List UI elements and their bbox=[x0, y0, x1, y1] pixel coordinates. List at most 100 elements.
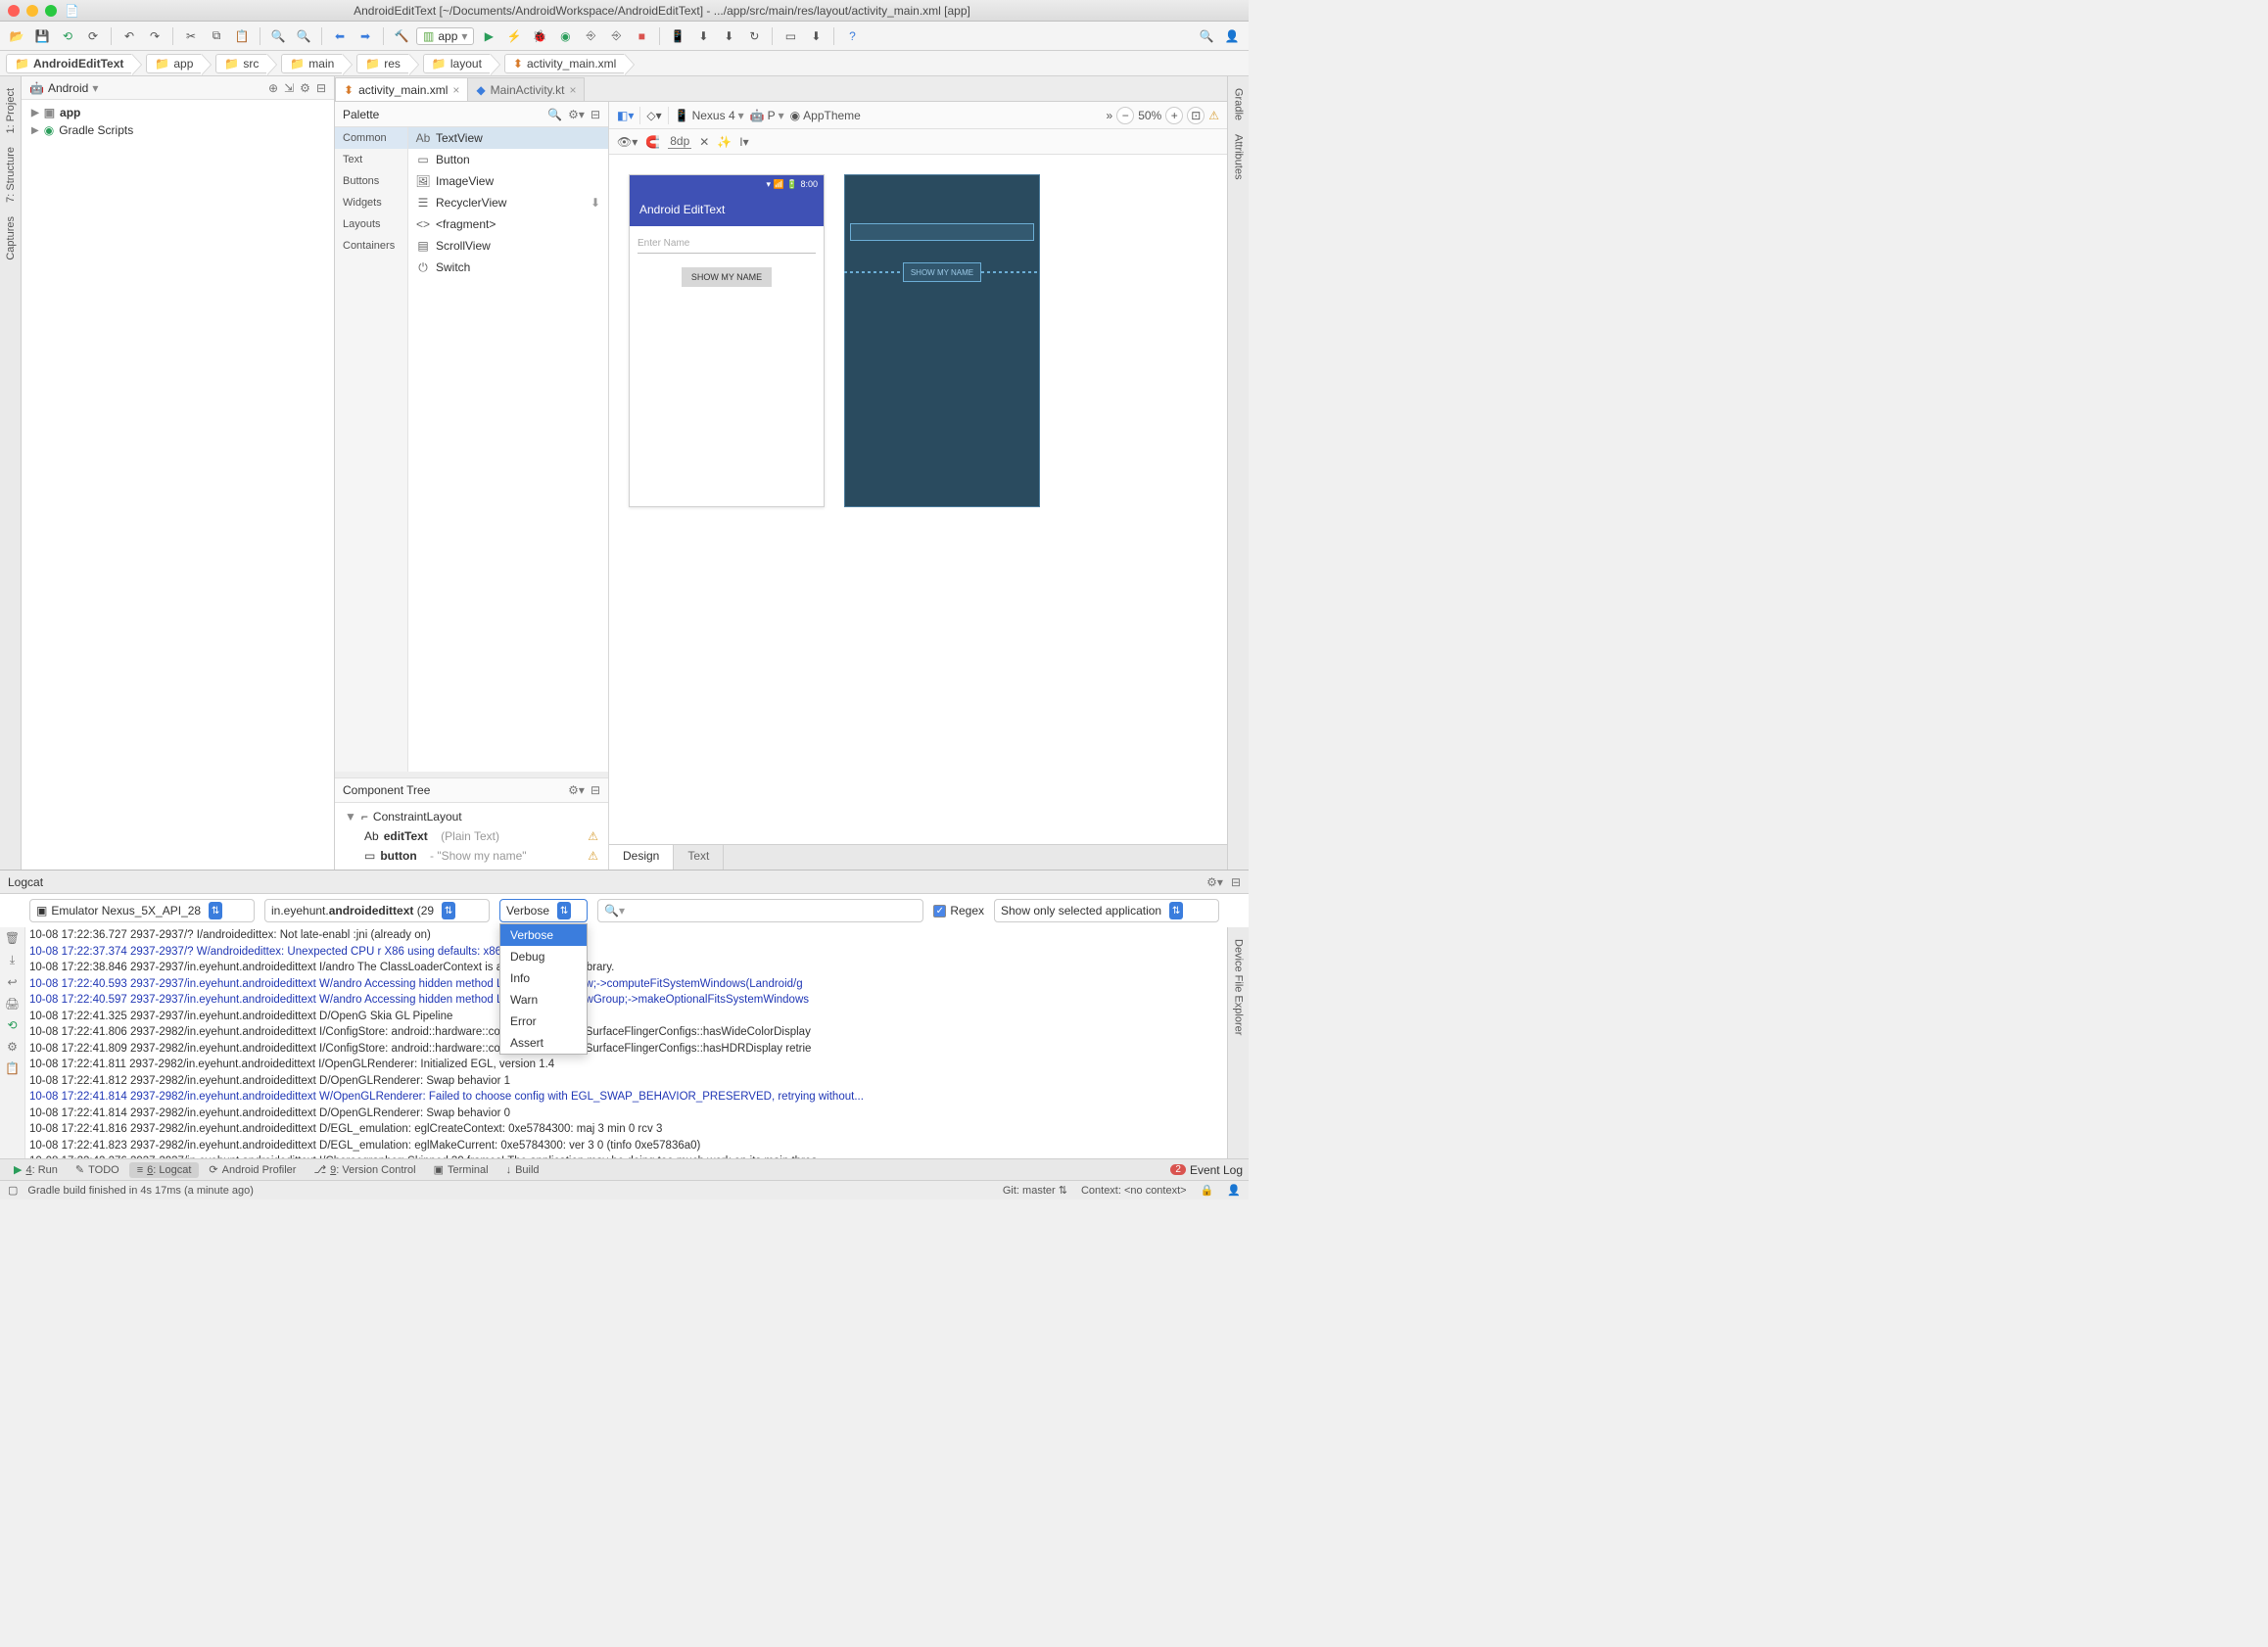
view-mode-icon[interactable]: ◧▾ bbox=[617, 109, 634, 122]
avd-icon[interactable]: 📱 bbox=[667, 25, 688, 47]
logcat-device-selector[interactable]: ▣ Emulator Nexus_5X_API_28 ⇅ bbox=[29, 899, 255, 922]
breadcrumb-item[interactable]: ⬍activity_main.xml bbox=[504, 54, 625, 73]
gutter-gradle[interactable]: Gradle bbox=[1233, 82, 1245, 126]
logcat-filter-selector[interactable]: Show only selected application ⇅ bbox=[994, 899, 1219, 922]
editor-tab-mainactivity[interactable]: ◆ MainActivity.kt × bbox=[467, 77, 585, 101]
project-mode[interactable]: Android bbox=[48, 81, 88, 95]
undo-icon[interactable]: ↶ bbox=[118, 25, 140, 47]
sdk2-icon[interactable]: ⬇ bbox=[718, 25, 739, 47]
eye-icon[interactable]: 👁▾ bbox=[617, 135, 638, 149]
stop-icon[interactable]: ■ bbox=[631, 25, 652, 47]
tree-node-button[interactable]: ▭ button - "Show my name" ⚠ bbox=[341, 846, 602, 866]
editor-tab-activity-main[interactable]: ⬍ activity_main.xml × bbox=[335, 77, 468, 101]
expand-arrow-icon[interactable]: ▼ bbox=[345, 810, 356, 824]
warning-icon[interactable]: ⚠ bbox=[588, 849, 598, 863]
warning-icon[interactable]: ⚠ bbox=[588, 829, 598, 843]
hide-icon[interactable]: ⊟ bbox=[1231, 875, 1241, 889]
zoom-in-button[interactable]: + bbox=[1165, 107, 1183, 124]
palette-cat-buttons[interactable]: Buttons bbox=[335, 170, 407, 192]
palette-item-switch[interactable]: ⏻Switch bbox=[408, 257, 608, 278]
hide-icon[interactable]: ⊟ bbox=[591, 783, 600, 797]
wand-icon[interactable]: ✨ bbox=[717, 135, 732, 149]
tab-design[interactable]: Design bbox=[609, 845, 674, 870]
close-icon[interactable]: × bbox=[569, 83, 576, 97]
align-icon[interactable]: I▾ bbox=[739, 135, 748, 149]
logcat-output[interactable]: 10-08 17:22:36.727 2937-2937/? I/android… bbox=[25, 927, 1227, 1158]
palette-cat-text[interactable]: Text bbox=[335, 149, 407, 170]
tab-build[interactable]: ↓Build bbox=[498, 1162, 547, 1178]
level-debug[interactable]: Debug bbox=[500, 946, 587, 967]
margin-selector[interactable]: 8dp bbox=[668, 134, 691, 149]
warning-icon[interactable]: ⚠ bbox=[1208, 109, 1219, 122]
zoom-fit-button[interactable]: ⊡ bbox=[1187, 107, 1205, 124]
blueprint-edittext[interactable] bbox=[850, 223, 1034, 241]
restart-icon[interactable]: ⟲ bbox=[7, 1018, 17, 1032]
back-icon[interactable]: ⬅ bbox=[329, 25, 351, 47]
orientation-icon[interactable]: ◇▾ bbox=[646, 109, 661, 122]
api-selector[interactable]: 🤖 P▾ bbox=[750, 109, 784, 122]
apply-changes-icon[interactable]: ⚡ bbox=[503, 25, 525, 47]
copy-icon[interactable]: ⧉ bbox=[206, 25, 227, 47]
settings-icon[interactable]: ⚙ bbox=[7, 1040, 18, 1054]
level-info[interactable]: Info bbox=[500, 967, 587, 989]
print-icon[interactable]: 🖨 bbox=[5, 997, 20, 1011]
close-window[interactable] bbox=[8, 5, 20, 17]
profile-icon[interactable]: ◉ bbox=[554, 25, 576, 47]
gear-icon[interactable]: ⚙▾ bbox=[568, 783, 585, 797]
logcat-process-selector[interactable]: in.eyehunt.androidedittext (29 ⇅ bbox=[264, 899, 490, 922]
logcat-level-selector[interactable]: Verbose ⇅ Verbose Debug Info Warn Error … bbox=[499, 899, 588, 922]
target-icon[interactable]: ⊕ bbox=[268, 81, 278, 95]
palette-cat-layouts[interactable]: Layouts bbox=[335, 213, 407, 235]
soft-wrap-icon[interactable]: ↩ bbox=[7, 975, 17, 989]
layout-icon[interactable]: ⬇ bbox=[805, 25, 827, 47]
level-error[interactable]: Error bbox=[500, 1011, 587, 1032]
sync-icon[interactable]: ⟲ bbox=[57, 25, 78, 47]
git-branch[interactable]: Git: master ⇅ bbox=[1003, 1184, 1067, 1197]
chevron-down-icon[interactable]: ▾ bbox=[92, 81, 98, 95]
gear-icon[interactable]: ⚙ bbox=[300, 81, 310, 95]
gutter-device-file-explorer[interactable]: Device File Explorer bbox=[1233, 933, 1245, 1041]
expand-arrow-icon[interactable]: ▶ bbox=[31, 125, 39, 136]
lock-icon[interactable]: 🔒 bbox=[1201, 1184, 1214, 1197]
more-icon[interactable]: » bbox=[1107, 109, 1113, 122]
sdk-icon[interactable]: ⬇ bbox=[692, 25, 714, 47]
tree-node-gradle[interactable]: ▶ ◉ Gradle Scripts bbox=[25, 121, 330, 139]
attach-icon[interactable]: ⎆ bbox=[580, 25, 601, 47]
preview-button[interactable]: SHOW MY NAME bbox=[682, 267, 772, 287]
forward-icon[interactable]: ➡ bbox=[354, 25, 376, 47]
attach2-icon[interactable]: ⎆ bbox=[605, 25, 627, 47]
device-selector[interactable]: 📱 Nexus 4▾ bbox=[675, 109, 744, 122]
tab-logcat[interactable]: ≡6: Logcat bbox=[129, 1162, 200, 1178]
replace-icon[interactable]: 🔍 bbox=[293, 25, 314, 47]
collapse-icon[interactable]: ⇲ bbox=[284, 81, 294, 95]
help-icon[interactable]: ? bbox=[841, 25, 863, 47]
status-icon[interactable]: ▢ bbox=[8, 1184, 18, 1197]
design-canvas[interactable]: ▾ 📶 🔋 8:00 Android EditText Enter Name S… bbox=[609, 155, 1227, 844]
tab-version-control[interactable]: ⎇9: Version Control bbox=[306, 1161, 423, 1178]
level-warn[interactable]: Warn bbox=[500, 989, 587, 1011]
tab-text[interactable]: Text bbox=[674, 845, 724, 870]
gear-icon[interactable]: ⚙▾ bbox=[1206, 875, 1223, 889]
find-icon[interactable]: 🔍 bbox=[267, 25, 289, 47]
tree-root-constraintlayout[interactable]: ▼ ⌐ ConstraintLayout bbox=[341, 807, 602, 826]
magnet-icon[interactable]: 🧲 bbox=[645, 135, 660, 149]
event-log[interactable]: 2 Event Log bbox=[1170, 1163, 1243, 1177]
breadcrumb-item[interactable]: 📁layout bbox=[423, 54, 491, 73]
tab-terminal[interactable]: ▣Terminal bbox=[426, 1161, 496, 1178]
gutter-project[interactable]: 1: Project bbox=[5, 82, 17, 139]
level-verbose[interactable]: Verbose bbox=[500, 924, 587, 946]
tree-node-app[interactable]: ▶ ▣ app bbox=[25, 104, 330, 121]
redo-icon[interactable]: ↷ bbox=[144, 25, 165, 47]
gear-icon[interactable]: ⚙▾ bbox=[568, 108, 585, 121]
gutter-structure[interactable]: 7: Structure bbox=[5, 141, 17, 209]
open-icon[interactable]: 📂 bbox=[6, 25, 27, 47]
tab-run[interactable]: ▶4: Run bbox=[6, 1161, 66, 1178]
tab-todo[interactable]: ✎TODO bbox=[68, 1161, 127, 1178]
logcat-regex-checkbox[interactable]: ✓ Regex bbox=[933, 904, 984, 918]
run-configuration-selector[interactable]: ▥ app ▾ bbox=[416, 27, 474, 45]
context-selector[interactable]: Context: <no context> bbox=[1081, 1185, 1187, 1197]
breadcrumb-item[interactable]: 📁app bbox=[146, 54, 202, 73]
blueprint-preview[interactable]: SHOW MY NAME bbox=[844, 174, 1040, 507]
palette-item-imageview[interactable]: 🖼ImageView bbox=[408, 170, 608, 192]
level-assert[interactable]: Assert bbox=[500, 1032, 587, 1054]
